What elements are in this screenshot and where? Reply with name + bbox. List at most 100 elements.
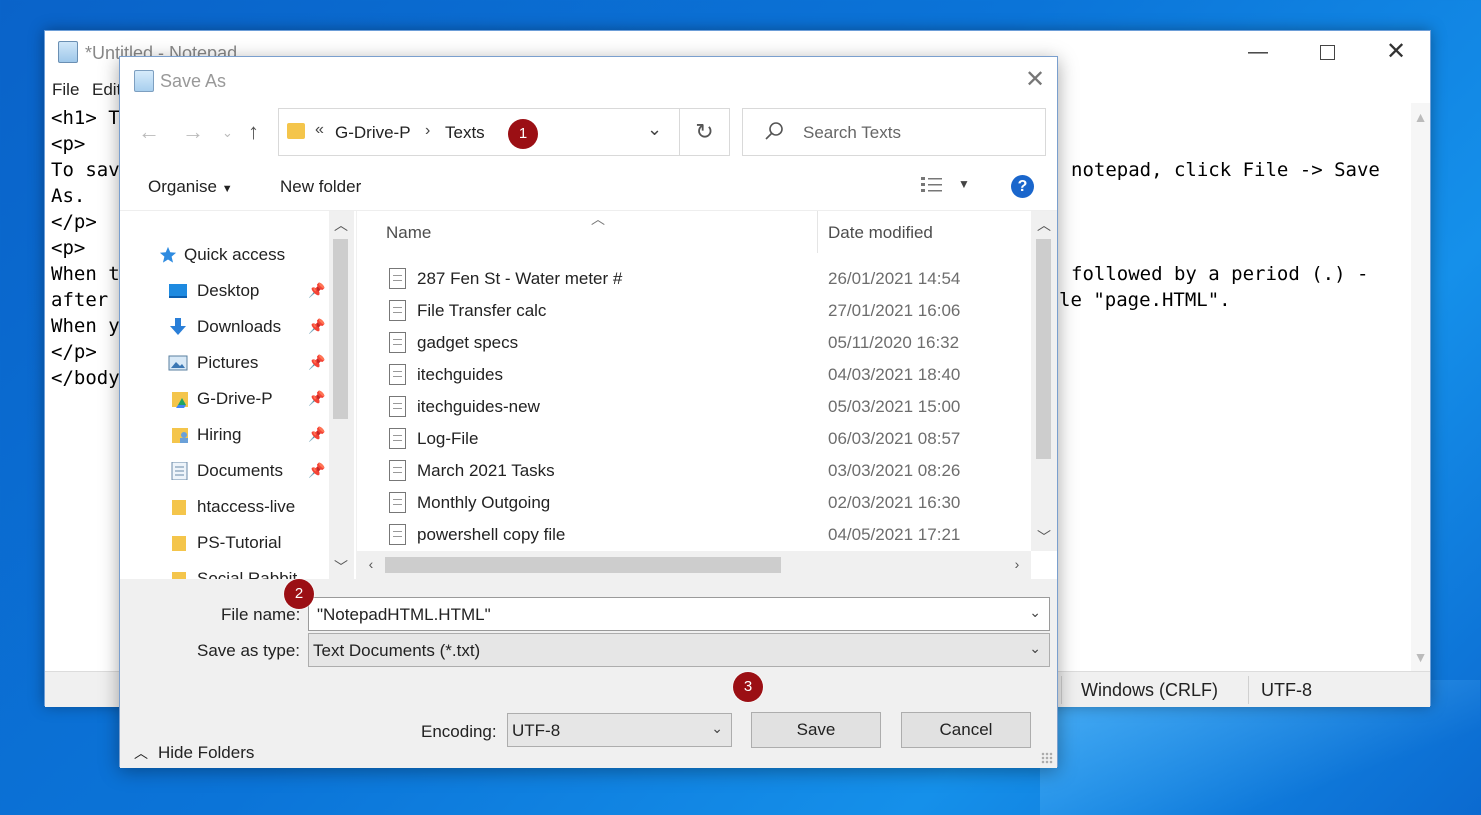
cancel-button[interactable]: Cancel	[901, 712, 1031, 748]
file-name: File Transfer calc	[417, 301, 547, 320]
file-row[interactable]: itechguides 04/03/2021 18:40	[357, 359, 1037, 391]
nav-item-social-rabbit[interactable]: Social Rabbit	[120, 561, 330, 579]
back-arrow-icon[interactable]: ←	[138, 119, 160, 145]
editor-line: </body	[51, 367, 120, 389]
documents-icon	[171, 462, 188, 480]
pin-icon[interactable]: 📌	[308, 282, 325, 299]
resize-grip-icon[interactable]	[1041, 752, 1053, 764]
chevron-down-icon[interactable]: ⌄	[711, 720, 723, 737]
view-options-icon[interactable]	[920, 175, 944, 195]
scroll-left-icon[interactable]: ‹	[361, 556, 381, 572]
hide-folders-button[interactable]: ︿ Hide Folders	[134, 743, 254, 763]
navigation-pane: Quick access Desktop 📌 Downloads 📌 Pictu…	[120, 211, 356, 579]
editor-line: When y	[51, 315, 120, 337]
save-button[interactable]: Save	[751, 712, 881, 748]
file-date: 06/03/2021 08:57	[828, 429, 961, 448]
file-row[interactable]: Monthly Outgoing 02/03/2021 16:30	[357, 487, 1037, 519]
text-file-icon	[389, 300, 406, 321]
nav-pane-scroll-thumb[interactable]	[333, 239, 348, 419]
file-row[interactable]: March 2021 Tasks 03/03/2021 08:26	[357, 455, 1037, 487]
file-row[interactable]: File Transfer calc 27/01/2021 16:06	[357, 295, 1037, 327]
minimize-button[interactable]: —	[1235, 37, 1281, 69]
breadcrumb-overflow[interactable]: «	[315, 121, 324, 139]
nav-item-quick-access[interactable]: Quick access	[120, 237, 330, 273]
encoding-select[interactable]: UTF-8 ⌄	[507, 713, 732, 747]
up-arrow-icon[interactable]: ↑	[248, 119, 259, 145]
nav-item-documents[interactable]: Documents 📌	[120, 453, 330, 489]
chevron-down-icon[interactable]: ⌄	[1029, 640, 1041, 657]
scroll-right-icon[interactable]: ›	[1007, 556, 1027, 572]
file-list-hscroll-thumb[interactable]	[385, 557, 781, 573]
file-row[interactable]: gadget specs 05/11/2020 16:32	[357, 327, 1037, 359]
pin-icon[interactable]: 📌	[308, 390, 325, 407]
file-date: 26/01/2021 14:54	[828, 269, 961, 288]
search-input[interactable]: Search Texts	[742, 108, 1046, 156]
nav-item-downloads[interactable]: Downloads 📌	[120, 309, 330, 345]
nav-item-g-drive-p[interactable]: G-Drive-P 📌	[120, 381, 330, 417]
file-name: itechguides-new	[417, 397, 540, 416]
menu-file[interactable]: File	[52, 80, 79, 100]
file-date: 04/05/2021 17:21	[828, 525, 961, 544]
file-row[interactable]: itechguides-new 05/03/2021 15:00	[357, 391, 1037, 423]
nav-item-ps-tutorial[interactable]: PS-Tutorial	[120, 525, 330, 561]
nav-item-hiring[interactable]: Hiring 📌	[120, 417, 330, 453]
menu-edit[interactable]: Edit	[92, 80, 121, 100]
breadcrumb-texts[interactable]: Texts	[445, 123, 485, 143]
forward-arrow-icon[interactable]: →	[182, 119, 204, 145]
sort-ascending-icon: ︿	[591, 211, 605, 227]
pin-icon[interactable]: 📌	[308, 354, 325, 371]
file-date: 04/03/2021 18:40	[828, 365, 961, 384]
file-row[interactable]: 287 Fen St - Water meter # 26/01/2021 14:…	[357, 263, 1037, 295]
scroll-up-icon[interactable]: ︿	[331, 215, 351, 235]
close-button[interactable]: ✕	[1373, 37, 1419, 69]
file-list-vertical-scrollbar[interactable]: ︿ ﹀	[1031, 211, 1057, 551]
new-folder-button[interactable]: New folder	[280, 177, 361, 197]
chevron-down-icon[interactable]: ⌄	[1029, 604, 1041, 621]
nav-item-pictures[interactable]: Pictures 📌	[120, 345, 330, 381]
file-row[interactable]: Log-File 06/03/2021 08:57	[357, 423, 1037, 455]
file-name: gadget specs	[417, 333, 519, 352]
file-name-field[interactable]: "NotepadHTML.HTML" ⌄	[308, 597, 1050, 631]
editor-line: </p>	[51, 211, 97, 233]
scroll-down-icon[interactable]: ▼	[1411, 647, 1430, 667]
scroll-down-icon[interactable]: ﹀	[331, 557, 351, 577]
status-divider	[1061, 676, 1062, 704]
scroll-down-icon[interactable]: ﹀	[1034, 527, 1054, 547]
nav-item-desktop[interactable]: Desktop 📌	[120, 273, 330, 309]
file-list-pane: ︿ Name Date modified 287 Fen St - Water …	[357, 211, 1057, 579]
breadcrumb-g-drive-p[interactable]: G-Drive-P	[335, 123, 411, 143]
download-icon	[170, 318, 186, 335]
dialog-close-button[interactable]: ✕	[1020, 65, 1050, 95]
file-list-horizontal-scrollbar[interactable]: ‹ ›	[357, 551, 1031, 579]
notepad-vertical-scrollbar[interactable]: ▲ ▼	[1411, 103, 1430, 671]
file-date: 27/01/2021 16:06	[828, 301, 961, 320]
file-name-label: File name:	[221, 605, 301, 624]
pin-icon[interactable]: 📌	[308, 462, 325, 479]
column-header-date-modified[interactable]: Date modified	[828, 223, 933, 243]
view-dropdown-icon[interactable]: ▼	[958, 177, 970, 191]
save-as-type-select[interactable]: Text Documents (*.txt) ⌄	[308, 633, 1050, 667]
column-header-name[interactable]: Name	[386, 223, 431, 243]
file-name: 287 Fen St - Water meter #	[417, 269, 623, 288]
help-icon[interactable]: ?	[1011, 175, 1034, 198]
nav-pane-scrollbar[interactable]: ︿ ﹀	[329, 211, 354, 579]
file-row[interactable]: powershell copy file 04/05/2021 17:21	[357, 519, 1037, 551]
pin-icon[interactable]: 📌	[308, 318, 325, 335]
refresh-button[interactable]: ↻	[679, 108, 730, 156]
dialog-titlebar[interactable]: Save As ✕	[120, 57, 1057, 105]
organise-button[interactable]: Organise ▼	[148, 177, 233, 197]
folder-icon	[287, 123, 305, 139]
maximize-button[interactable]	[1304, 37, 1350, 69]
column-divider[interactable]	[817, 211, 818, 253]
scroll-up-icon[interactable]: ︿	[1034, 215, 1054, 235]
desktop-icon	[169, 284, 187, 298]
pin-icon[interactable]: 📌	[308, 426, 325, 443]
scroll-up-icon[interactable]: ▲	[1411, 107, 1430, 127]
file-list-scroll-thumb[interactable]	[1036, 239, 1051, 459]
breadcrumb-separator-icon: ›	[425, 122, 431, 139]
recent-locations-icon[interactable]: ⌄	[222, 125, 233, 141]
nav-item-htaccess-live[interactable]: htaccess-live	[120, 489, 330, 525]
address-bar[interactable]: « G-Drive-P › Texts ⌄	[278, 108, 730, 156]
nav-item-label: Social Rabbit	[197, 569, 298, 579]
chevron-down-icon[interactable]: ⌄	[647, 119, 662, 140]
